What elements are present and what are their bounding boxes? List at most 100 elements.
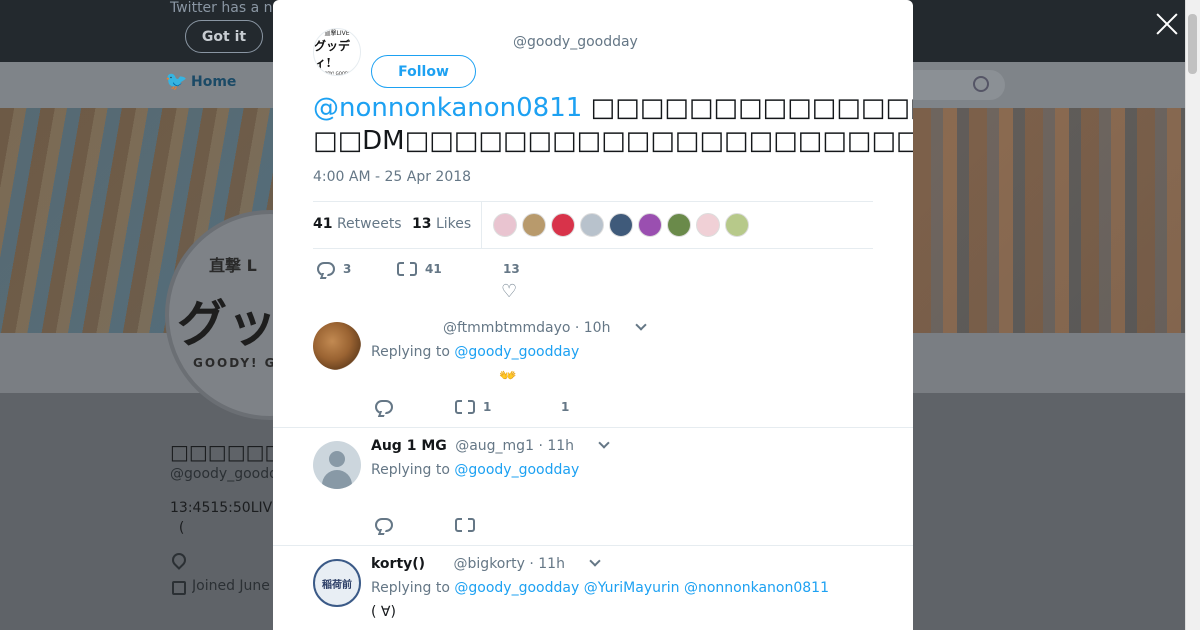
- tweet-stats: 41 Retweets 13 Likes: [313, 201, 873, 249]
- reply-time[interactable]: · 11h: [529, 556, 565, 572]
- profile-bio: 13:4515:50LIV (: [170, 498, 274, 538]
- liker-avatars: [493, 213, 749, 237]
- liker-avatar[interactable]: [522, 213, 546, 237]
- author-avatar-line-1: 直撃LIVE: [324, 30, 350, 37]
- replying-label: Replying to: [371, 580, 450, 596]
- tweet-text-line-1: □□□□□□□□□□□□□□□□□□□□□□LIVE□□□□□□□□□□□□□□…: [590, 93, 913, 123]
- retweets-stat-label: Retweets: [336, 216, 402, 232]
- reply-name[interactable]: korty(): [371, 556, 425, 572]
- reply-header: Aug 1 MG @aug_mg1 · 11h: [371, 437, 611, 454]
- chevron-down-icon[interactable]: [598, 437, 611, 449]
- reply-avatar[interactable]: [313, 322, 361, 370]
- profile-name: □□□□□□□□□□□□□: [170, 440, 274, 464]
- reply-count: 3: [343, 262, 352, 276]
- reply-replying-to: Replying to @goody_goodday: [371, 344, 579, 360]
- retweets-stat-count: 41: [313, 216, 333, 232]
- profile-banner-right: [913, 108, 1185, 333]
- reply-time[interactable]: · 11h: [538, 438, 574, 454]
- tweet-text: @nonnonkanon0811 □□□□□□□□□□□□□□□□□□□□□□L…: [313, 92, 913, 158]
- retweets-stat[interactable]: 41 Retweets: [313, 216, 402, 232]
- retweet-action[interactable]: 1: [455, 398, 492, 418]
- retweet-count: 41: [425, 262, 442, 276]
- reply-replying-to: Replying to @goody_goodday: [371, 462, 579, 478]
- reply-actions: [371, 516, 771, 538]
- calendar-icon: [172, 581, 186, 595]
- reply-body: ( ∀): [371, 604, 396, 620]
- home-nav-link[interactable]: 🐦 Home: [165, 71, 237, 92]
- chevron-down-icon[interactable]: [589, 555, 602, 567]
- retweet-action[interactable]: [455, 516, 475, 536]
- reply-icon: [375, 518, 393, 532]
- reply-action[interactable]: 3: [317, 262, 351, 276]
- replying-mention[interactable]: @goody_goodday: [454, 462, 579, 478]
- like-action[interactable]: ♡: [501, 281, 518, 302]
- retweet-icon: [455, 398, 475, 418]
- reply-icon: [375, 400, 393, 414]
- profile-bio-line-1: 13:4515:50LIV: [170, 500, 273, 516]
- retweet-count: 1: [483, 400, 492, 414]
- reply-time[interactable]: · 10h: [575, 320, 611, 336]
- profile-bio-line-2: (: [170, 520, 185, 536]
- likes-stat[interactable]: 13 Likes: [412, 216, 471, 232]
- tweet-timestamp[interactable]: 4:00 AM - 25 Apr 2018: [313, 169, 471, 185]
- joined-date: Joined June: [192, 578, 270, 594]
- stats-divider: [481, 202, 482, 248]
- twitter-bird-icon: 🐦: [165, 71, 188, 92]
- reply-item[interactable]: Aug 1 MG @aug_mg1 · 11h Replying to @goo…: [273, 427, 913, 547]
- replying-label: Replying to: [371, 344, 450, 360]
- liker-avatar[interactable]: [638, 213, 662, 237]
- tweet-mention-link[interactable]: @nonnonkanon0811: [313, 93, 582, 123]
- reply-icon: [317, 262, 335, 276]
- reply-handle[interactable]: @ftmmbtmmdayo: [443, 320, 570, 336]
- tweet-author-avatar[interactable]: 直撃LIVE グッディ! GOODY! GOODDAY: [313, 28, 361, 76]
- liker-avatar[interactable]: [609, 213, 633, 237]
- like-count: 13: [503, 262, 520, 276]
- author-avatar-line-2: グッディ!: [314, 39, 351, 70]
- reply-item[interactable]: @ftmmbtmmdayo · 10h Replying to @goody_g…: [273, 308, 913, 428]
- replying-mention[interactable]: @nonnonkanon0811: [684, 580, 829, 596]
- follow-button[interactable]: Follow: [371, 55, 476, 88]
- scrollbar-thumb[interactable]: [1188, 14, 1197, 74]
- replying-mention[interactable]: @goody_goodday: [454, 344, 579, 360]
- tweet-author-handle[interactable]: @goody_goodday: [513, 34, 638, 50]
- reply-avatar[interactable]: 稲荷前: [313, 559, 361, 607]
- profile-handle: @goody_goodd: [170, 466, 274, 482]
- reply-item[interactable]: 稲荷前 korty() @bigkorty · 11h Replying to …: [273, 545, 913, 630]
- retweet-action[interactable]: 41: [397, 260, 442, 280]
- reply-body: 👐: [499, 368, 517, 384]
- liker-avatar[interactable]: [493, 213, 517, 237]
- liker-avatar[interactable]: [696, 213, 720, 237]
- avatar-text-brand: GOODY! G: [193, 356, 277, 370]
- reply-action[interactable]: [375, 400, 393, 414]
- liker-avatar[interactable]: [725, 213, 749, 237]
- retweet-icon: [455, 516, 475, 536]
- retweet-icon: [397, 260, 417, 280]
- likes-stat-label: Likes: [435, 216, 472, 232]
- reply-header: korty() @bigkorty · 11h: [371, 555, 602, 572]
- reply-name[interactable]: Aug 1 MG: [371, 438, 447, 454]
- reply-action[interactable]: [375, 518, 393, 532]
- search-icon: [973, 76, 989, 92]
- reply-handle[interactable]: @bigkorty: [454, 556, 525, 572]
- like-count: 1: [561, 400, 570, 414]
- home-label: Home: [191, 74, 237, 90]
- replying-mention[interactable]: @YuriMayurin: [584, 580, 680, 596]
- tweet-actions: 3 41 13 ♡: [313, 258, 873, 308]
- replying-mention[interactable]: @goody_goodday: [454, 580, 579, 596]
- liker-avatar[interactable]: [667, 213, 691, 237]
- liker-avatar[interactable]: [551, 213, 575, 237]
- liker-avatar[interactable]: [580, 213, 604, 237]
- got-it-button[interactable]: Got it: [185, 20, 263, 53]
- tweet-modal: 直撃LIVE グッディ! GOODY! GOODDAY Follow @good…: [273, 0, 913, 630]
- reply-handle[interactable]: @aug_mg1: [455, 438, 534, 454]
- replying-label: Replying to: [371, 462, 450, 478]
- reply-avatar[interactable]: [313, 441, 361, 489]
- search-box[interactable]: [900, 70, 1005, 100]
- close-icon[interactable]: [1155, 12, 1179, 36]
- avatar-text-small: 直撃 L: [209, 256, 257, 275]
- heart-icon: ♡: [501, 281, 518, 302]
- chevron-down-icon[interactable]: [635, 319, 647, 331]
- scrollbar[interactable]: [1185, 0, 1200, 630]
- reply-header: @ftmmbtmmdayo · 10h: [443, 319, 647, 336]
- cookie-notice-text: Twitter has a n: [170, 0, 273, 16]
